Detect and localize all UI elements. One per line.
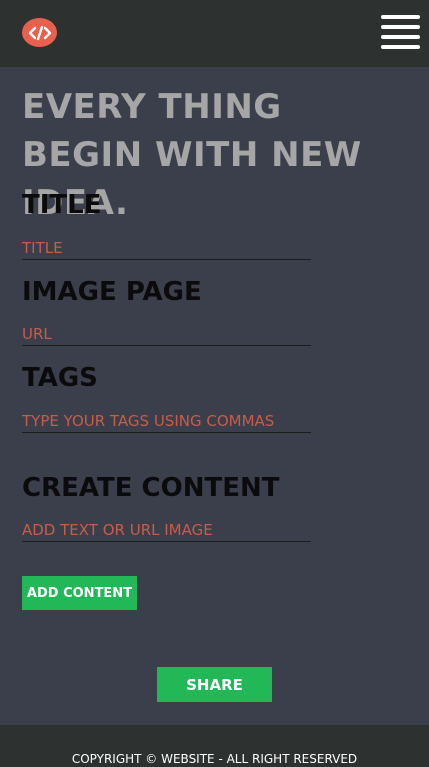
- url-input[interactable]: [22, 323, 311, 346]
- logo-button[interactable]: [22, 18, 57, 47]
- code-brackets-icon: [28, 25, 51, 40]
- menu-bar: [381, 25, 420, 29]
- add-content-button[interactable]: ADD CONTENT: [22, 576, 137, 610]
- menu-bar: [381, 15, 420, 19]
- share-button[interactable]: SHARE: [157, 667, 272, 702]
- title-label: TITLE: [22, 190, 102, 220]
- page: EVERY THING BEGIN WITH NEW IDEA. TITLE I…: [0, 0, 429, 767]
- copyright-text: COPYRIGHT © WEBSITE - ALL RIGHT RESERVED: [71, 752, 358, 766]
- hamburger-menu-icon[interactable]: [381, 15, 420, 49]
- create-content-label: CREATE CONTENT: [22, 473, 280, 503]
- title-input[interactable]: [22, 237, 311, 260]
- image-page-label: IMAGE PAGE: [22, 277, 202, 307]
- tags-input[interactable]: [22, 410, 311, 433]
- menu-bar: [381, 35, 420, 39]
- content-input[interactable]: [22, 519, 311, 542]
- top-navbar: [0, 0, 429, 67]
- menu-bar: [381, 45, 420, 49]
- tags-label: TAGS: [22, 363, 98, 393]
- footer: COPYRIGHT © WEBSITE - ALL RIGHT RESERVED: [0, 725, 429, 767]
